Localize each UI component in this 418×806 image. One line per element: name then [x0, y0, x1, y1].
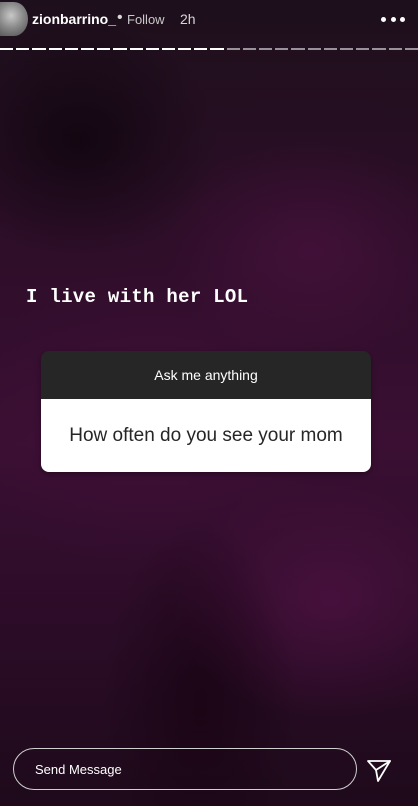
more-dots-icon[interactable]	[381, 17, 405, 23]
dot	[400, 17, 405, 22]
progress-segment	[242, 48, 256, 50]
progress-segment	[291, 48, 305, 50]
send-message-placeholder: Send Message	[35, 761, 122, 777]
story-progress-bar	[0, 48, 418, 51]
progress-segment	[226, 48, 240, 50]
progress-segment	[129, 48, 143, 50]
progress-segment	[113, 48, 127, 50]
progress-segment	[388, 48, 402, 50]
progress-segment	[372, 48, 386, 50]
question-card[interactable]: Ask me anything How often do you see you…	[41, 351, 371, 472]
story-viewer[interactable]: zionbarrino_ • Follow 2h I live with her…	[0, 0, 418, 806]
send-message-input[interactable]: Send Message	[13, 748, 357, 790]
progress-segment	[161, 48, 176, 50]
progress-segment	[178, 48, 192, 50]
story-footer: Send Message	[0, 730, 418, 806]
progress-segment	[210, 48, 224, 50]
dot	[381, 17, 386, 22]
progress-segment	[80, 48, 95, 50]
progress-segment	[48, 48, 62, 50]
question-card-prompt: Ask me anything	[41, 351, 371, 399]
progress-segment	[275, 48, 289, 50]
progress-segment	[323, 48, 337, 50]
progress-segment	[307, 48, 321, 50]
timestamp: 2h	[180, 11, 196, 27]
username[interactable]: zionbarrino_	[32, 11, 116, 27]
question-card-question: How often do you see your mom	[41, 399, 371, 472]
avatar[interactable]	[0, 2, 28, 36]
separator-dot: •	[117, 9, 123, 26]
follow-button[interactable]: Follow	[127, 12, 165, 27]
paper-plane-icon[interactable]	[366, 757, 392, 783]
progress-segment	[0, 48, 14, 50]
progress-segment	[32, 48, 46, 50]
story-caption: I live with her LOL	[26, 286, 249, 308]
progress-segment	[339, 48, 354, 50]
progress-segment	[356, 48, 370, 50]
progress-segment	[404, 48, 418, 50]
progress-segment	[64, 48, 78, 50]
progress-segment	[259, 48, 273, 50]
progress-segment	[97, 48, 111, 50]
progress-segment	[16, 48, 30, 50]
story-header: zionbarrino_ • Follow 2h	[0, 0, 418, 44]
progress-segment	[194, 48, 208, 50]
dot	[390, 17, 396, 22]
progress-segment	[145, 48, 159, 50]
